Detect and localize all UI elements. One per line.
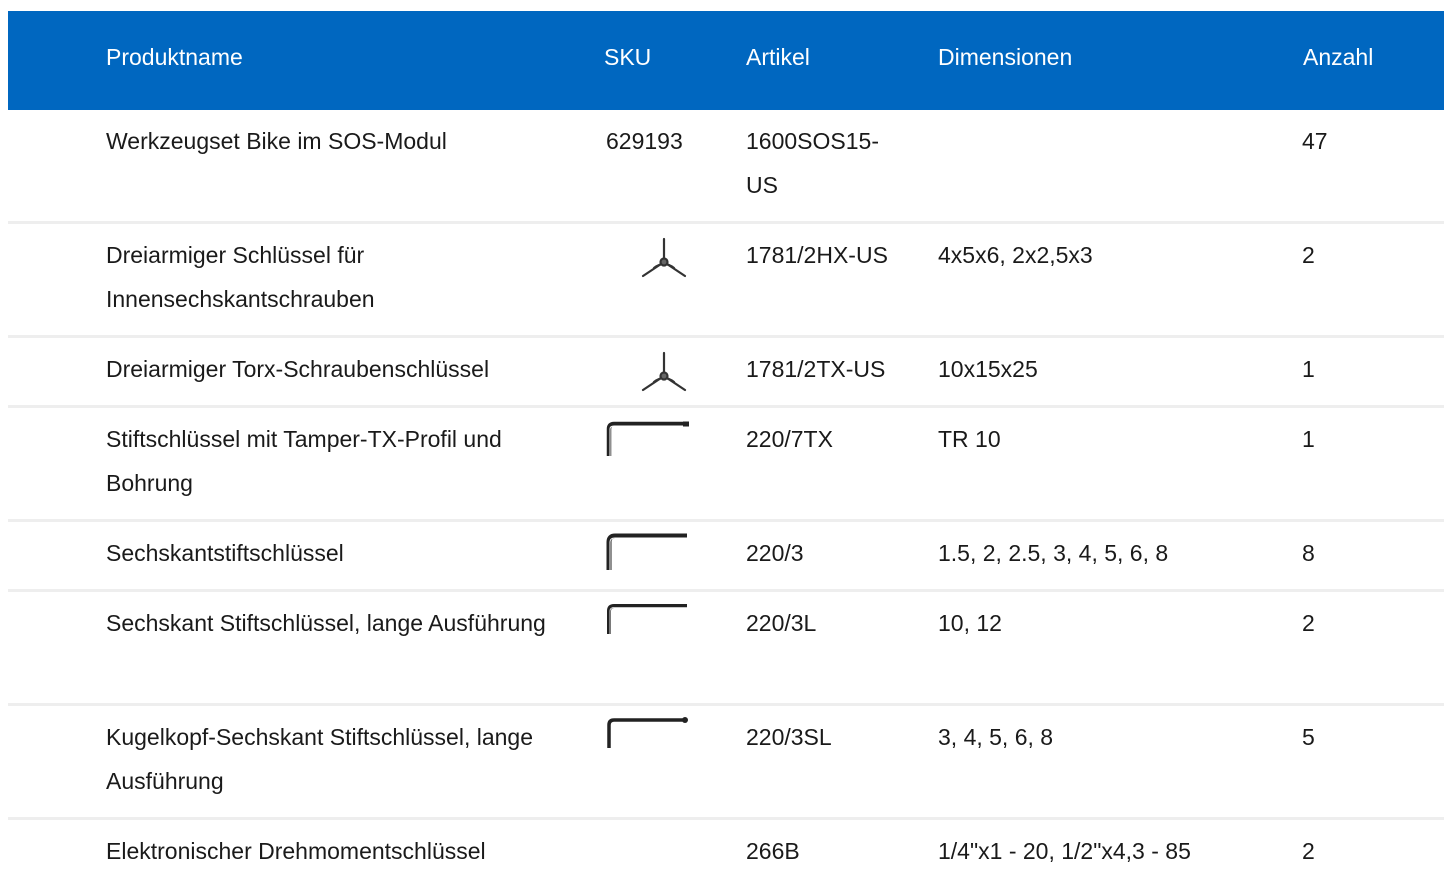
dimensions-value: 4x5x6, 2x2,5x3 <box>938 242 1093 268</box>
article-number: 220/7TX <box>746 426 833 452</box>
sku-value: 629193 <box>606 128 683 154</box>
product-name: Sechskantstiftschlüssel <box>106 540 344 566</box>
table-row[interactable]: Elektronischer Drehmomentschlüssel 266B … <box>8 820 1444 880</box>
dimensions-value: TR 10 <box>938 426 1001 452</box>
l-key-icon <box>606 421 689 456</box>
column-header-dimensions[interactable]: Dimensionen <box>938 11 1268 110</box>
count-value: 5 <box>1302 724 1315 750</box>
dimensions-value: 10, 12 <box>938 610 1002 636</box>
table-row[interactable]: Stiftschlüssel mit Tamper-TX-Profil und … <box>8 408 1444 522</box>
dimensions-value: 1/4"x1 - 20, 1/2"x4,3 - 85 <box>938 838 1191 864</box>
product-name: Dreiarmiger Schlüssel für Innensechskant… <box>106 242 375 312</box>
count-value: 8 <box>1302 540 1315 566</box>
count-value: 1 <box>1302 426 1315 452</box>
count-value: 1 <box>1302 356 1315 382</box>
dimensions-value: 3, 4, 5, 6, 8 <box>938 724 1054 750</box>
count-value: 2 <box>1302 242 1315 268</box>
table-row[interactable]: Sechskantstiftschlüssel 220/3 1.5, 2, 2.… <box>8 522 1444 592</box>
count-value: 47 <box>1302 128 1328 154</box>
count-value: 2 <box>1302 838 1315 864</box>
table-row[interactable]: Kugelkopf-Sechskant Stiftschlüssel, lang… <box>8 706 1444 820</box>
article-number: 1781/2TX-US <box>746 356 886 382</box>
product-name: Werkzeugset Bike im SOS-Modul <box>106 128 447 154</box>
column-header-count[interactable]: Anzahl <box>1303 11 1403 110</box>
dimensions-value: 1.5, 2, 2.5, 3, 4, 5, 6, 8 <box>938 540 1169 566</box>
product-table: Produktname SKU Artikel Dimensionen Anza… <box>8 11 1444 880</box>
product-name: Stiftschlüssel mit Tamper-TX-Profil und … <box>106 426 502 496</box>
table-header: Produktname SKU Artikel Dimensionen Anza… <box>8 11 1444 110</box>
column-header-sku[interactable]: SKU <box>604 11 704 110</box>
y-wrench-icon <box>641 237 687 278</box>
article-number: 1781/2HX-US <box>746 242 888 268</box>
product-name: Kugelkopf-Sechskant Stiftschlüssel, lang… <box>106 724 534 794</box>
product-name: Elektronischer Drehmomentschlüssel <box>106 838 486 864</box>
y-wrench-icon <box>641 351 687 392</box>
table-row[interactable]: Werkzeugset Bike im SOS-Modul 629193 160… <box>8 110 1444 224</box>
count-value: 2 <box>1302 610 1315 636</box>
article-number: 266B <box>746 838 800 864</box>
ball-end-l-key-icon <box>607 717 688 748</box>
l-key-icon <box>607 604 687 634</box>
l-key-icon <box>606 533 687 570</box>
product-name: Dreiarmiger Torx-Schraubenschlüssel <box>106 356 490 382</box>
table-row[interactable]: Dreiarmiger Schlüssel für Innensechskant… <box>8 224 1444 338</box>
article-number: 220/3SL <box>746 724 832 750</box>
article-number: 220/3L <box>746 610 817 636</box>
dimensions-value: 10x15x25 <box>938 356 1038 382</box>
column-header-name[interactable]: Produktname <box>106 11 576 110</box>
article-number: 220/3 <box>746 540 804 566</box>
table-row[interactable]: Sechskant Stiftschlüssel, lange Ausführu… <box>8 592 1444 706</box>
column-header-article[interactable]: Artikel <box>746 11 896 110</box>
article-number: 1600SOS15-US <box>746 128 879 198</box>
product-name: Sechskant Stiftschlüssel, lange Ausführu… <box>106 610 546 636</box>
table-row[interactable]: Dreiarmiger Torx-Schraubenschlüssel 1781… <box>8 338 1444 408</box>
